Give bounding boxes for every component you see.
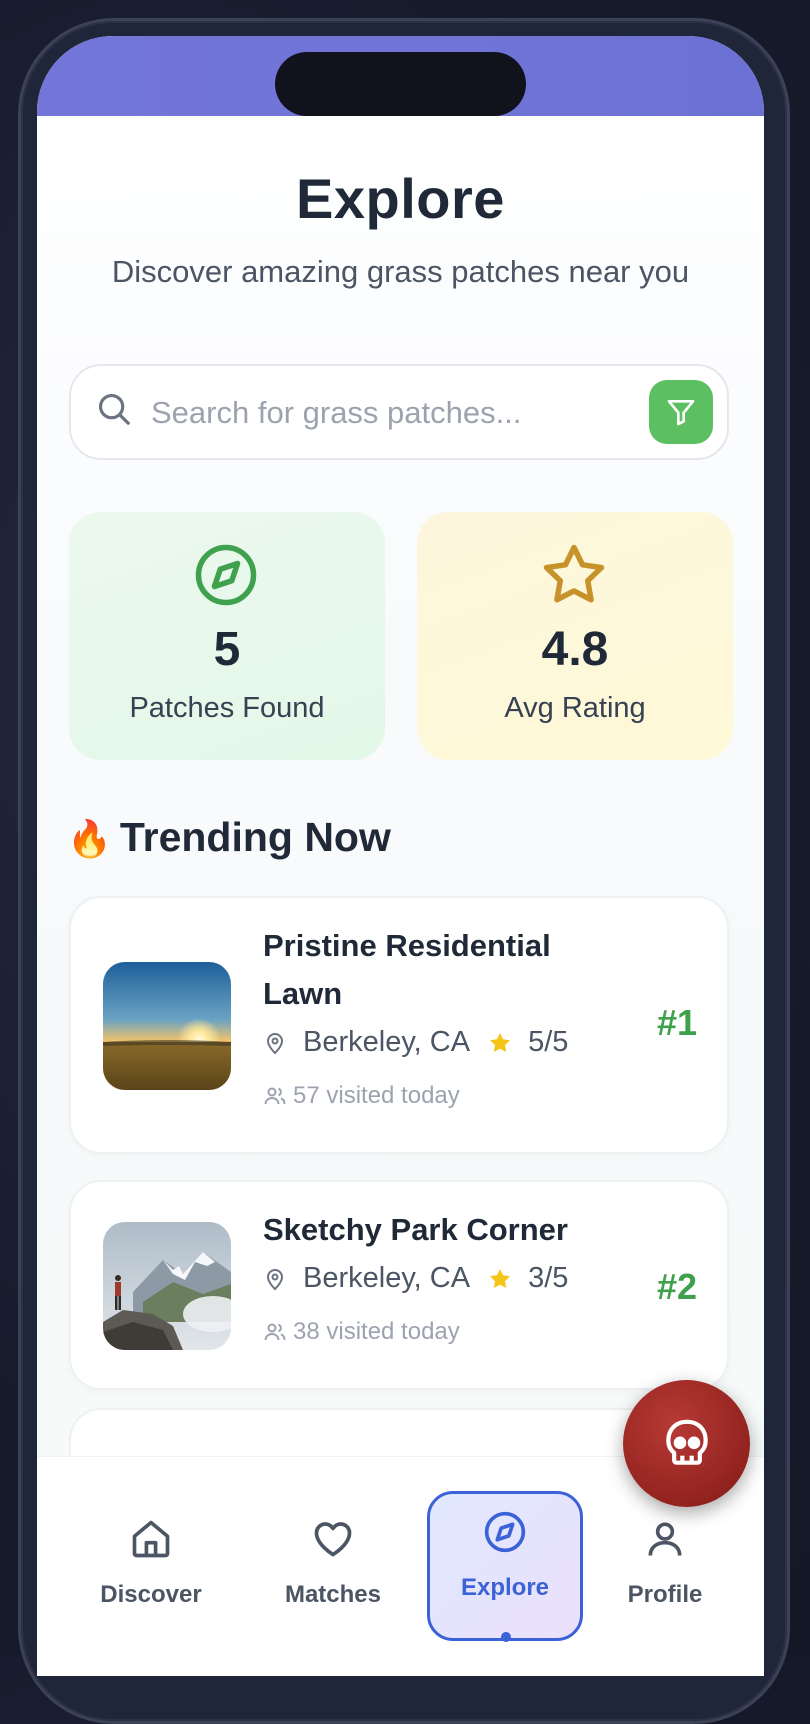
card-1-rating: 5/5: [528, 1026, 569, 1058]
nav-discover-label: Discover: [100, 1581, 202, 1608]
avg-rating-card: 4.8 Avg Rating: [417, 512, 733, 760]
filter-icon: [667, 400, 695, 426]
card-2-location: Berkeley, CA: [303, 1262, 471, 1294]
search-input[interactable]: [149, 386, 623, 440]
avg-rating-label: Avg Rating: [504, 692, 646, 724]
avg-rating-value: 4.8: [541, 623, 609, 676]
home-icon: [132, 1520, 170, 1558]
card-2-visits-row: 38 visited today: [263, 1318, 460, 1346]
page-title: Explore: [296, 167, 505, 230]
patches-found-card: 5 Patches Found: [69, 512, 385, 760]
filter-button[interactable]: [649, 380, 713, 444]
star-icon: [543, 544, 605, 603]
users-icon: [264, 1323, 286, 1341]
card-1-meta: Berkeley, CA 5/5: [263, 1026, 568, 1059]
card-2-visits: 38 visited today: [293, 1318, 460, 1345]
card-2-meta: Berkeley, CA 3/5: [263, 1262, 568, 1295]
card-2-name: Sketchy Park Corner: [263, 1212, 568, 1247]
nav-discover[interactable]: Discover: [81, 1501, 221, 1609]
user-icon: [648, 1522, 682, 1556]
compass-icon: [195, 544, 257, 606]
mountain-hiker-image: [103, 1222, 231, 1350]
trending-title: Trending Now: [119, 814, 391, 860]
card-1-rank: #1: [656, 1002, 697, 1043]
sunset-field-image: [103, 962, 231, 1090]
skull-fab-button[interactable]: [623, 1380, 750, 1507]
active-indicator-dot: [501, 1632, 511, 1642]
page-subtitle: Discover amazing grass patches near you: [111, 254, 690, 289]
nav-explore-label: Explore: [460, 1574, 550, 1601]
location-pin-icon: [266, 1032, 284, 1054]
trending-heading: 🔥 Trending Now: [67, 814, 391, 861]
nav-explore[interactable]: Explore: [427, 1491, 583, 1641]
patches-found-label: Patches Found: [129, 692, 325, 724]
compass-icon: [484, 1511, 526, 1553]
dynamic-island: [275, 52, 526, 116]
card-2-rank: #2: [656, 1266, 697, 1307]
users-icon: [264, 1087, 286, 1105]
location-pin-icon: [266, 1268, 284, 1290]
card-2-rating: 3/5: [528, 1262, 569, 1294]
heart-icon: [314, 1522, 352, 1557]
status-bar: [37, 36, 764, 116]
trending-card-1[interactable]: Pristine Residential Lawn Berkeley, CA 5…: [69, 896, 729, 1154]
nav-matches-label: Matches: [284, 1581, 382, 1608]
patches-found-value: 5: [213, 623, 241, 676]
skull-icon: [666, 1419, 708, 1465]
search-icon: [98, 393, 130, 425]
fire-icon: 🔥: [67, 818, 112, 859]
nav-profile-label: Profile: [627, 1581, 703, 1608]
star-filled-icon: [490, 1032, 511, 1052]
trending-card-2[interactable]: Sketchy Park Corner Berkeley, CA 3/5 38 …: [69, 1180, 729, 1390]
nav-profile[interactable]: Profile: [595, 1501, 735, 1609]
nav-matches[interactable]: Matches: [263, 1501, 403, 1609]
search-bar: [69, 364, 729, 460]
card-1-visits: 57 visited today: [293, 1082, 460, 1109]
star-filled-icon: [490, 1268, 511, 1288]
card-1-visits-row: 57 visited today: [263, 1082, 460, 1110]
card-1-location: Berkeley, CA: [303, 1026, 471, 1058]
card-1-name: Pristine Residential Lawn: [263, 928, 551, 1011]
